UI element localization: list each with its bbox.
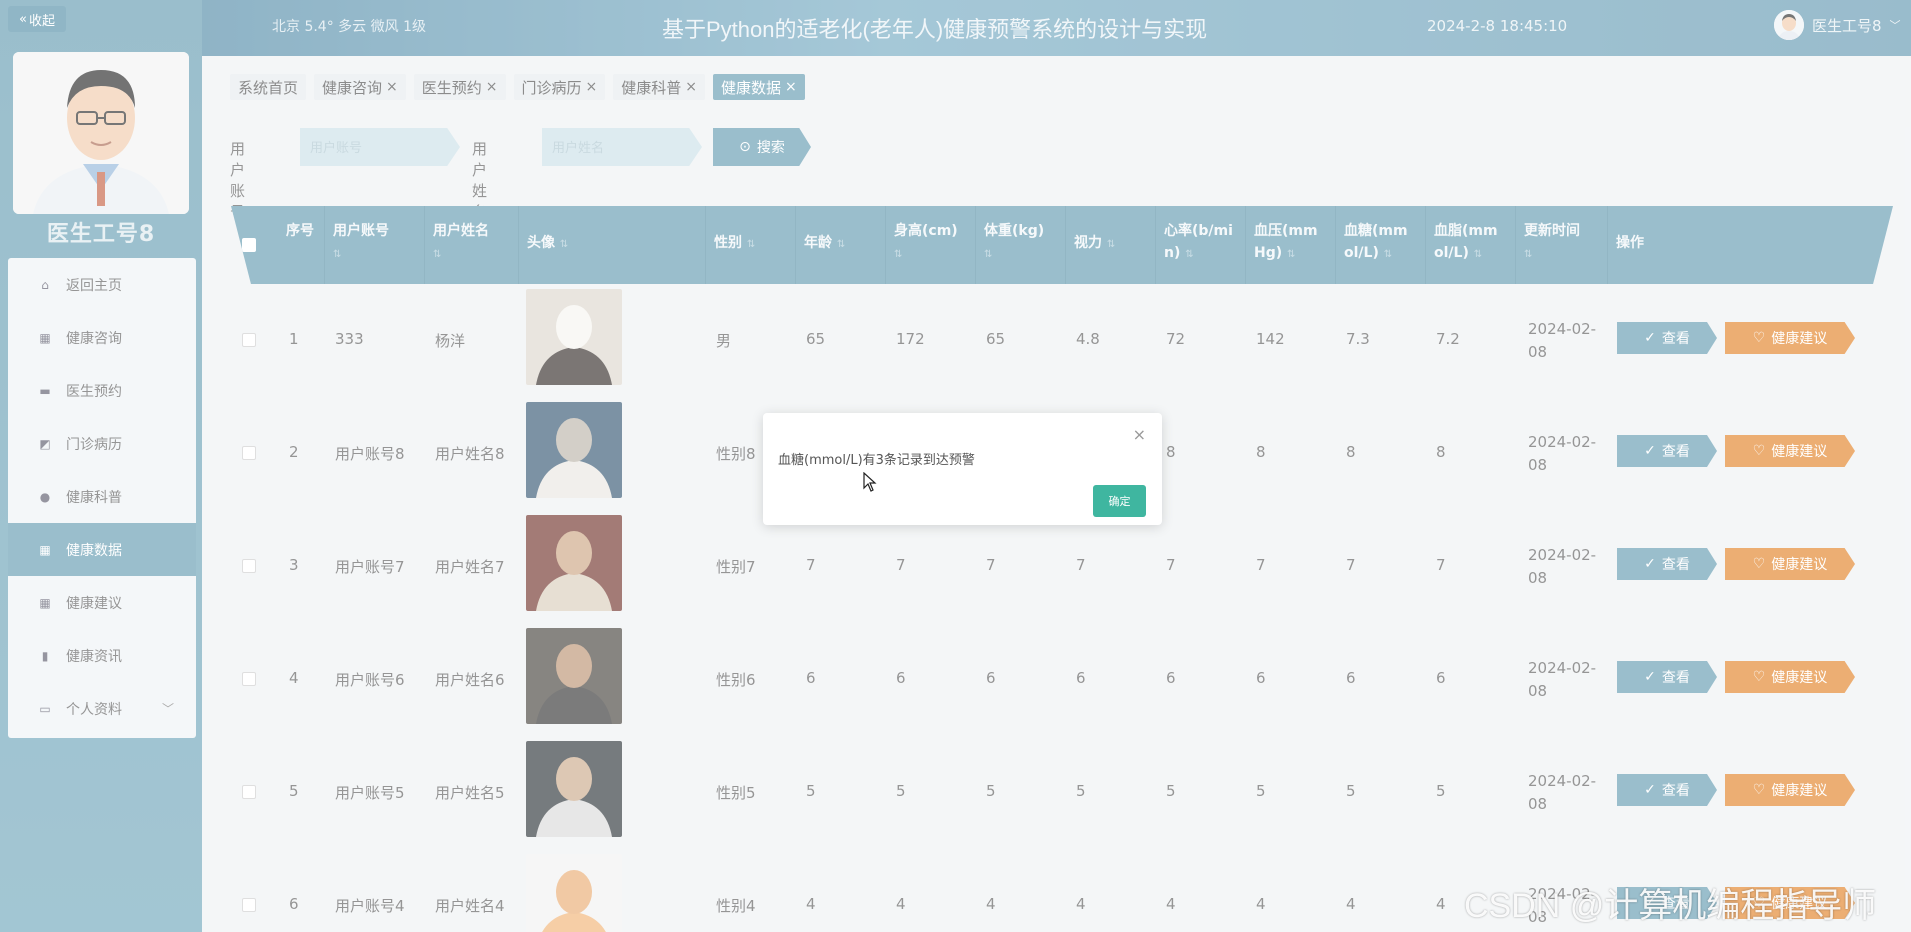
app-root: « 收起 医生工号8 ⌂ 返回主页 ▦ 健康咨询 ▬ 医生预约 ◩ 门诊病历 ●… [0,0,1911,932]
dialog-message: 血糖(mmol/L)有3条记录到达预警 [778,453,975,468]
mouse-cursor-icon [863,472,877,492]
close-icon[interactable]: × [1133,425,1146,444]
warning-dialog: × 血糖(mmol/L)有3条记录到达预警 确定 [763,413,1162,525]
confirm-button[interactable]: 确定 [1093,485,1146,517]
watermark: CSDN @计算机编程指导师 [1464,887,1877,925]
